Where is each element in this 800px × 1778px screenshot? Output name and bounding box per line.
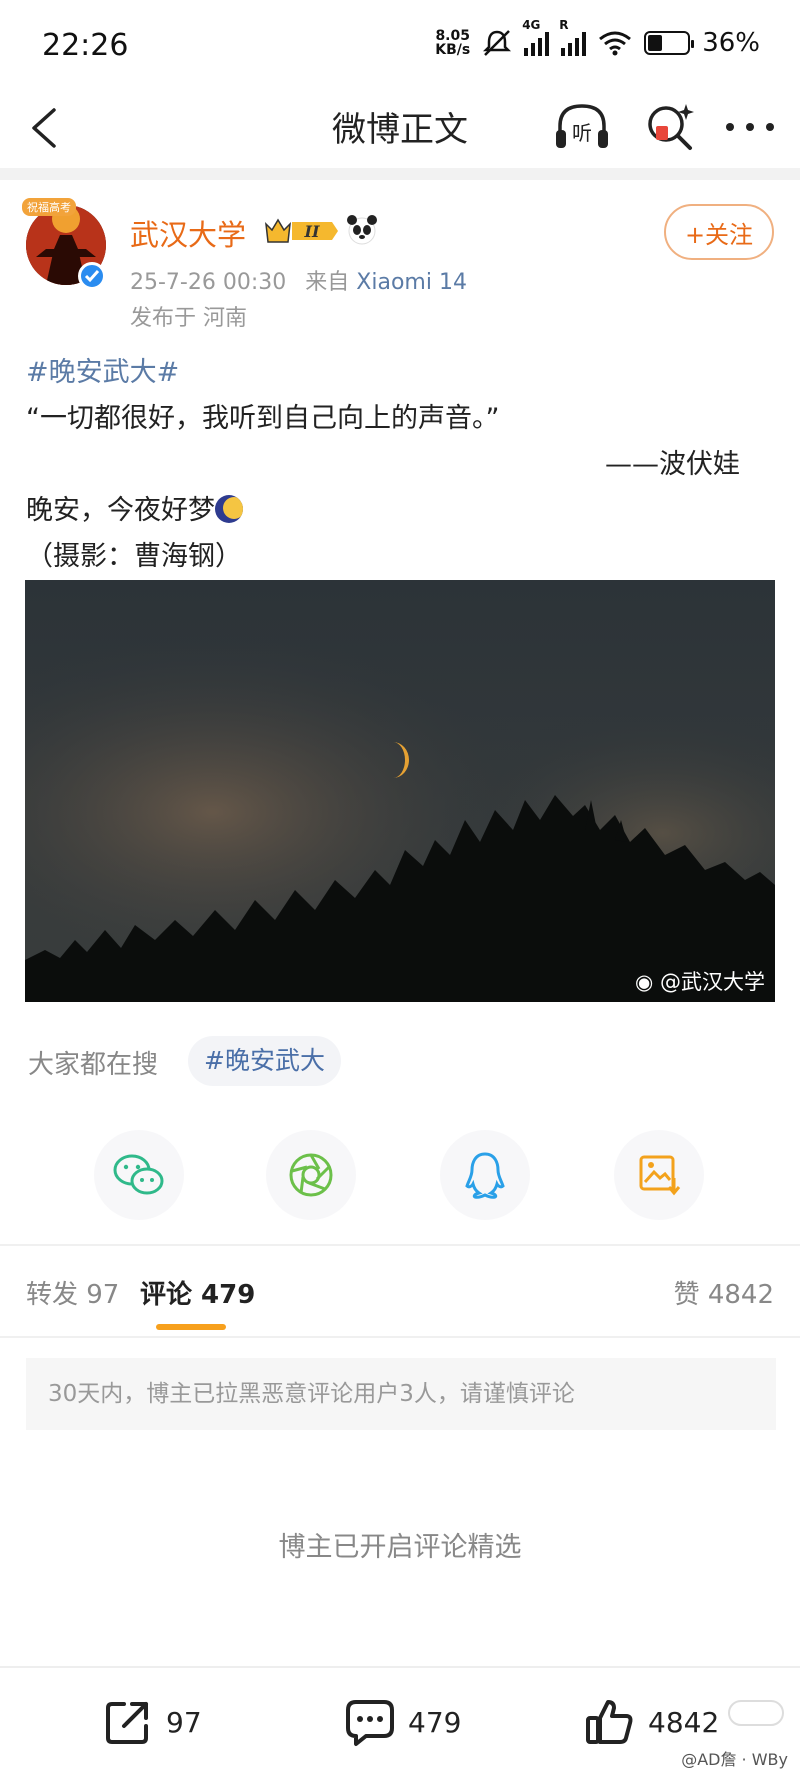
save-image-button[interactable] <box>614 1130 704 1220</box>
status-bar: 22:26 8.05 KB/s 4G R 36% <box>0 0 800 90</box>
tab-indicator <box>156 1324 226 1330</box>
search-button[interactable] <box>642 98 696 156</box>
divider <box>0 168 800 180</box>
weibo-watermark-logo-icon <box>728 1700 784 1726</box>
post-attribution: ——波伏娃 <box>605 449 740 480</box>
tab-repost[interactable]: 转发 97 <box>26 1274 119 1311</box>
wifi-icon <box>599 31 632 56</box>
post-body: #晚安武大# “一切都很好，我听到自己向上的声音。” ——波伏娃 晚安，今夜好梦… <box>26 350 776 580</box>
like-button[interactable]: 4842 <box>584 1696 719 1748</box>
thumbs-up-icon <box>586 1700 633 1744</box>
tab-comments[interactable]: 评论 479 <box>140 1274 255 1311</box>
signal-4g: 4G <box>522 18 550 56</box>
from-label: 来自 <box>305 270 350 295</box>
save-image-icon <box>639 1155 681 1196</box>
share-wechat-button[interactable] <box>94 1130 184 1220</box>
moon-emoji-icon <box>215 495 243 523</box>
tab-likes[interactable]: 赞 4842 <box>674 1274 774 1311</box>
post-date: 25-7-26 00:30 <box>130 270 287 295</box>
post-goodnight: 晚安，今夜好梦 <box>26 495 215 526</box>
share-qq-button[interactable] <box>440 1130 530 1220</box>
signal-icon <box>561 30 587 56</box>
post-meta: 25-7-26 00:30 来自 Xiaomi 14 <box>130 264 467 296</box>
post-photo-credit: （摄影：曹海钢） <box>26 541 242 572</box>
signal-icon <box>524 30 550 56</box>
comment-count: 479 <box>408 1705 462 1739</box>
panda-icon <box>347 215 377 245</box>
repost-icon <box>106 1702 148 1744</box>
battery-percent: 36% <box>702 28 760 58</box>
image-watermark: ◉ @武汉大学 <box>634 970 765 994</box>
signal-roaming: R <box>559 18 587 56</box>
mute-icon <box>483 30 512 56</box>
divider <box>0 1244 800 1246</box>
verified-badge-icon <box>78 262 106 290</box>
battery-icon <box>644 31 695 55</box>
follow-button[interactable]: +关注 <box>664 204 774 260</box>
trending-chip[interactable]: #晚安武大 <box>188 1036 341 1086</box>
status-time: 22:26 <box>42 28 129 63</box>
share-moments-button[interactable] <box>266 1130 356 1220</box>
net-speed: 8.05 KB/s <box>435 28 471 58</box>
like-count: 4842 <box>648 1705 720 1739</box>
wechat-icon <box>113 1154 164 1195</box>
weibo-logo-icon: ◉ <box>634 970 654 994</box>
vip-level: II <box>304 222 320 241</box>
bottom-action-bar: 97 479 4842 <box>0 1666 800 1778</box>
nav-bar: 微博正文 听 <box>0 90 800 168</box>
comment-button[interactable]: 479 <box>344 1696 461 1748</box>
post-image[interactable]: ◉ @武汉大学 <box>25 580 775 1002</box>
corner-watermark: @AD詹 · WBy <box>681 1750 788 1769</box>
battery-fill <box>648 35 663 51</box>
listen-button[interactable]: 听 <box>552 98 612 156</box>
author-name[interactable]: 武汉大学 <box>130 212 246 254</box>
selected-comments-note: 博主已开启评论精选 <box>278 1532 522 1563</box>
avatar-tag: 祝福高考 <box>22 198 76 216</box>
night-sky-photo <box>25 580 775 1002</box>
trending-label: 大家都在搜 <box>28 1050 159 1080</box>
moments-icon <box>289 1153 333 1197</box>
post-quote: “一切都很好，我听到自己向上的声音。” <box>26 403 500 434</box>
post-hashtag[interactable]: #晚安武大# <box>26 357 179 388</box>
comment-icon <box>346 1700 394 1746</box>
status-icons: 8.05 KB/s 4G R 36% <box>435 18 760 58</box>
vip-crown-icon: II <box>265 218 338 243</box>
listen-label: 听 <box>572 121 592 145</box>
qq-icon <box>465 1152 505 1199</box>
post-location: 发布于 河南 <box>130 306 247 331</box>
repost-button[interactable]: 97 <box>102 1696 202 1748</box>
repost-count: 97 <box>166 1705 202 1739</box>
comment-notice: 30天内，博主已拉黑恶意评论用户3人，请谨慎评论 <box>26 1358 776 1430</box>
listen-icon: 听 <box>556 104 608 148</box>
post-device[interactable]: Xiaomi 14 <box>356 270 467 295</box>
divider <box>0 1336 800 1338</box>
search-icon <box>648 104 694 150</box>
more-icon[interactable] <box>720 112 780 142</box>
